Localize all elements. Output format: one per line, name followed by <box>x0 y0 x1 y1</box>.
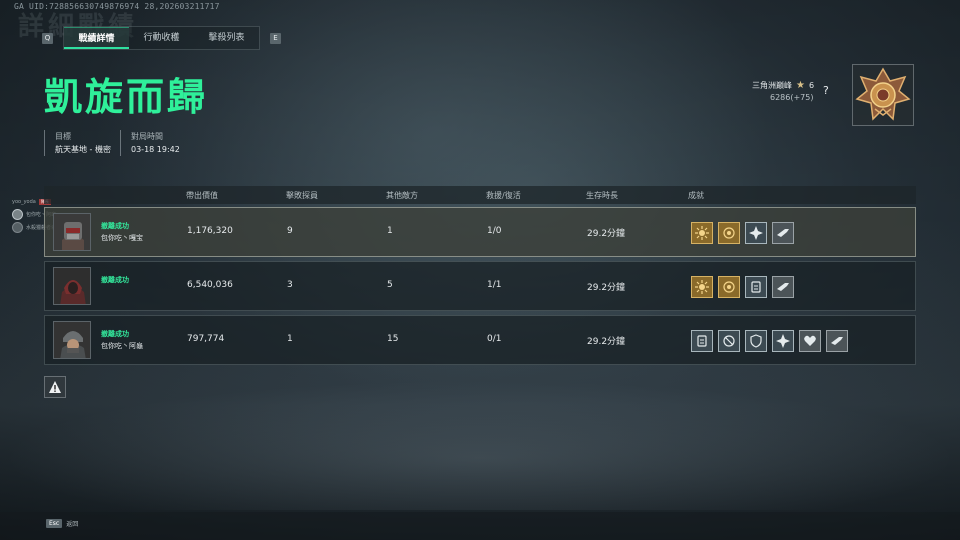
prev-tab-key[interactable]: Q <box>42 32 53 44</box>
operator-icon <box>54 268 90 304</box>
tab-action-loot[interactable]: 行動收穫 <box>129 27 194 49</box>
target-badge-icon[interactable] <box>718 276 740 298</box>
cell-value: 1,176,320 <box>187 226 233 236</box>
table-row[interactable]: 撤離成功 包你吃丶嘎宝 1,176,320 9 1 1/0 29.2分鐘 <box>44 207 916 257</box>
avatar <box>53 321 91 359</box>
meta-target: 目標 航天基地 - 機密 <box>44 130 111 156</box>
cell-others: 5 <box>387 280 393 290</box>
burst-badge-icon[interactable] <box>772 330 794 352</box>
table-header: 帶出價值 擊敗探員 其他敵方 救援/復活 生存時長 成就 <box>44 186 916 204</box>
cell-rescue: 1/1 <box>487 280 502 290</box>
avatar-icon <box>12 209 23 220</box>
table-row[interactable]: 撤離成功 包你吃丶阿龜 797,774 1 15 0/1 29.2分鐘 <box>44 315 916 365</box>
uid-text: GA UID:728856630749876974 28,20260321171… <box>14 2 220 11</box>
next-tab-key[interactable]: E <box>270 32 281 44</box>
target-label: 目標 <box>55 132 71 141</box>
help-icon[interactable]: ? <box>823 84 829 97</box>
header-rescue: 救援/復活 <box>486 191 521 200</box>
rank-medal <box>852 64 914 126</box>
report-warning-button[interactable] <box>44 376 66 398</box>
header-others: 其他敵方 <box>386 191 418 200</box>
target-value: 航天基地 - 機密 <box>55 145 111 154</box>
achievement-list <box>691 222 794 244</box>
rank-stars: 6 <box>808 81 815 90</box>
player-name: 包你吃丶嘎宝 <box>101 234 143 242</box>
rank-points: 6286(+75) <box>770 93 814 102</box>
tab-bar: Q 戰績詳情 行動收穫 擊殺列表 E <box>42 26 281 50</box>
bottom-bar <box>0 512 960 540</box>
burst-badge-icon[interactable] <box>745 222 767 244</box>
achievement-list <box>691 330 848 352</box>
star-icon: ★ <box>796 80 805 91</box>
avatar <box>53 213 91 251</box>
shield-badge-icon[interactable] <box>745 330 767 352</box>
cell-others: 15 <box>387 334 399 344</box>
target-badge-icon[interactable] <box>718 222 740 244</box>
extract-status: 撤離成功 <box>101 330 129 338</box>
side-item-name: yoo_yoda <box>12 198 36 205</box>
operator-icon <box>54 322 90 358</box>
tab-match-details[interactable]: 戰績詳情 <box>64 27 129 49</box>
weapon-badge-icon[interactable] <box>772 222 794 244</box>
back-button[interactable]: Esc 返回 <box>46 519 78 528</box>
header-achievements: 成就 <box>688 191 704 200</box>
cell-rescue: 1/0 <box>487 226 502 236</box>
cell-others: 1 <box>387 226 393 236</box>
time-label: 對局時間 <box>131 132 163 141</box>
cell-survival: 29.2分鐘 <box>587 283 626 293</box>
cell-rescue: 0/1 <box>487 334 502 344</box>
cell-kills: 3 <box>287 280 293 290</box>
tab-kill-list[interactable]: 擊殺列表 <box>194 27 259 49</box>
avatar-icon <box>12 222 23 233</box>
cell-value: 6,540,036 <box>187 280 233 290</box>
cell-kills: 9 <box>287 226 293 236</box>
weapon-badge-icon[interactable] <box>826 330 848 352</box>
cell-value: 797,774 <box>187 334 225 344</box>
achievement-list <box>691 276 794 298</box>
background-fog <box>0 380 960 510</box>
header-kills: 擊敗探員 <box>286 191 318 200</box>
esc-key: Esc <box>46 519 63 528</box>
header-value: 帶出價值 <box>186 191 218 200</box>
operator-icon <box>54 214 90 250</box>
cell-survival: 29.2分鐘 <box>587 229 626 239</box>
weapon-badge-icon[interactable] <box>772 276 794 298</box>
extract-status: 撤離成功 <box>101 222 129 230</box>
tool-badge-icon[interactable] <box>745 276 767 298</box>
warning-icon <box>49 381 61 393</box>
avatar <box>53 267 91 305</box>
rank-title: 三角洲巔峰 ★ 6 <box>752 80 814 91</box>
cell-survival: 29.2分鐘 <box>587 337 626 347</box>
heart-badge-icon[interactable] <box>799 330 821 352</box>
tool-badge-icon[interactable] <box>691 330 713 352</box>
rank-name: 三角洲巔峰 <box>752 81 792 90</box>
player-name: 包你吃丶阿龜 <box>101 342 143 350</box>
extract-status: 撤離成功 <box>101 276 129 284</box>
no-entry-badge-icon[interactable] <box>718 330 740 352</box>
meta-time: 對局時間 03-18 19:42 <box>120 130 180 156</box>
result-headline: 凱旋而歸 <box>44 75 209 119</box>
header-survival: 生存時長 <box>586 191 618 200</box>
time-value: 03-18 19:42 <box>131 145 180 154</box>
sun-badge-icon[interactable] <box>691 276 713 298</box>
cell-kills: 1 <box>287 334 293 344</box>
back-label: 返回 <box>66 521 79 528</box>
rank-medal-icon <box>855 67 911 121</box>
table-row[interactable]: 撤離成功 6,540,036 3 5 1/1 29.2分鐘 <box>44 261 916 311</box>
tabs: 戰績詳情 行動收穫 擊殺列表 <box>63 26 260 50</box>
sun-badge-icon[interactable] <box>691 222 713 244</box>
